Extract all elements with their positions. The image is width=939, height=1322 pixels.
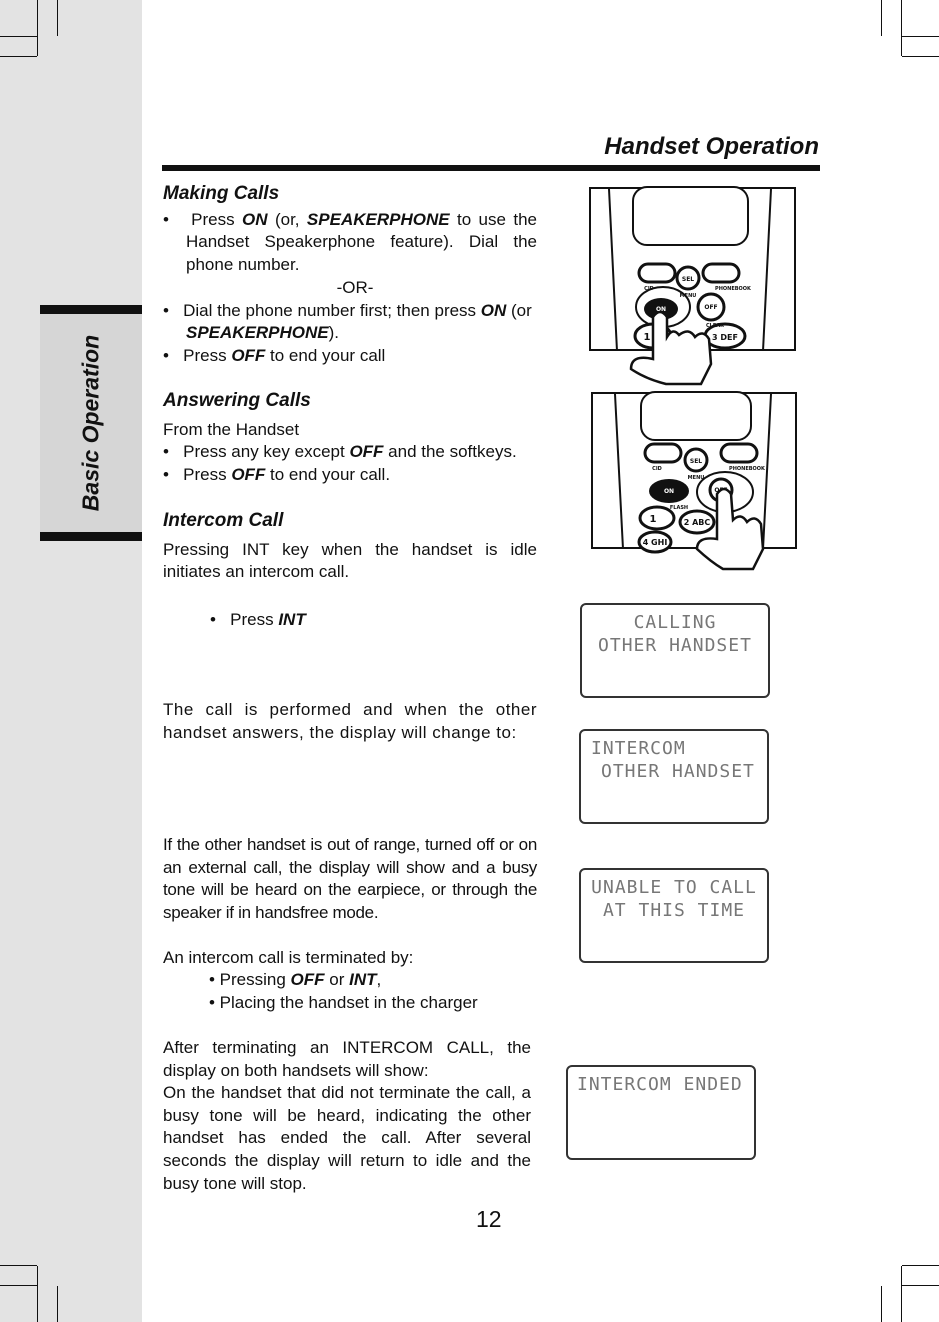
- paragraph: On the handset that did not terminate th…: [163, 1083, 531, 1193]
- lcd-display-ended: INTERCOM ENDED: [566, 1065, 756, 1160]
- bullet: • Press any key except OFF and the softk…: [163, 442, 517, 462]
- section-heading: Making Calls: [163, 183, 280, 204]
- crop-mark: [37, 1266, 38, 1322]
- bullet: • Dial the phone number first; then pres…: [163, 300, 532, 343]
- key-label-sel: SEL: [690, 458, 702, 465]
- crop-mark: [902, 36, 939, 37]
- lcd-display-unable: UNABLE TO CALL AT THIS TIME: [579, 868, 769, 963]
- key-label-off: OFF: [704, 304, 717, 311]
- crop-mark: [57, 1286, 58, 1322]
- bullet: • Press ON (or, SPEAKERPHONE to use the …: [163, 209, 537, 275]
- crop-mark: [901, 1266, 902, 1322]
- or-separator: -OR-: [336, 277, 374, 297]
- answering-calls-section: Answering Calls From the Handset • Press…: [163, 390, 537, 487]
- crop-mark: [901, 0, 902, 56]
- header-rule: [162, 165, 820, 171]
- handset-press-off-illustration: SEL MENU CID PHONEBOOK ON FLASH OFF 1 2 …: [591, 391, 797, 571]
- terminate-item: • Pressing OFF or INT,: [209, 970, 382, 989]
- bullet: • Press OFF to end your call: [163, 345, 386, 365]
- key-label-cid: CID: [652, 466, 662, 472]
- handset-press-on-illustration: SEL MENU CID PHONEBOOK ON OFF CLEAR 1 3 …: [589, 186, 796, 386]
- page-header: Handset Operation: [604, 133, 819, 160]
- lcd-display-intercom: INTERCOM OTHER HANDSET: [579, 729, 769, 824]
- crop-mark: [0, 36, 37, 37]
- key-label-menu: MENU: [688, 475, 705, 481]
- crop-mark: [0, 1285, 37, 1286]
- lcd-display-calling: CALLING OTHER HANDSET: [580, 603, 770, 698]
- key-label-1: 1: [650, 514, 657, 525]
- intercom-heading-block: Intercom Call Pressing INT key when the …: [163, 510, 537, 584]
- crop-mark: [881, 0, 882, 36]
- making-calls-section: Making Calls • Press ON (or, SPEAKERPHON…: [163, 183, 537, 368]
- crop-mark: [902, 56, 939, 57]
- section-heading: Intercom Call: [163, 510, 284, 531]
- subheading: From the Handset: [163, 419, 300, 439]
- section-tab: Basic Operation: [40, 305, 142, 541]
- crop-mark: [902, 1265, 939, 1266]
- crop-mark: [0, 1265, 37, 1266]
- page-number: 12: [476, 1206, 502, 1232]
- key-label-2abc: 2 ABC: [684, 518, 711, 527]
- section-heading: Answering Calls: [163, 390, 311, 411]
- crop-mark: [37, 0, 38, 56]
- key-label-clear: CLEAR: [706, 323, 724, 329]
- paragraph: After terminating an INTERCOM CALL, the …: [163, 1038, 531, 1080]
- paragraph: The call is performed and when the other…: [163, 700, 537, 742]
- paragraph: Pressing INT key when the handset is idl…: [163, 539, 537, 582]
- key-label-menu: MENU: [680, 293, 697, 299]
- crop-mark: [0, 56, 37, 57]
- bullet: • Press OFF to end your call.: [163, 465, 391, 485]
- paragraph: An intercom call is terminated by:: [163, 948, 414, 967]
- key-label-flash: FLASH: [670, 505, 688, 511]
- crop-mark: [881, 1286, 882, 1322]
- key-label-4ghi: 4 GHI: [643, 538, 668, 547]
- key-label-phonebook: PHONEBOOK: [729, 466, 766, 472]
- paragraph: If the other handset is out of range, tu…: [163, 835, 537, 923]
- key-label-sel: SEL: [682, 276, 694, 283]
- key-label-phonebook: PHONEBOOK: [715, 286, 752, 292]
- key-label-cid: CID: [644, 286, 654, 292]
- bullet: • Press INT: [210, 610, 306, 629]
- terminate-item: • Placing the handset in the charger: [209, 993, 478, 1012]
- key-label-1: 1: [644, 332, 651, 343]
- key-label-3def: 3 DEF: [712, 333, 738, 342]
- key-label-on: ON: [664, 488, 674, 495]
- crop-mark: [57, 0, 58, 36]
- crop-mark: [902, 1285, 939, 1286]
- sidebar: [0, 0, 142, 1322]
